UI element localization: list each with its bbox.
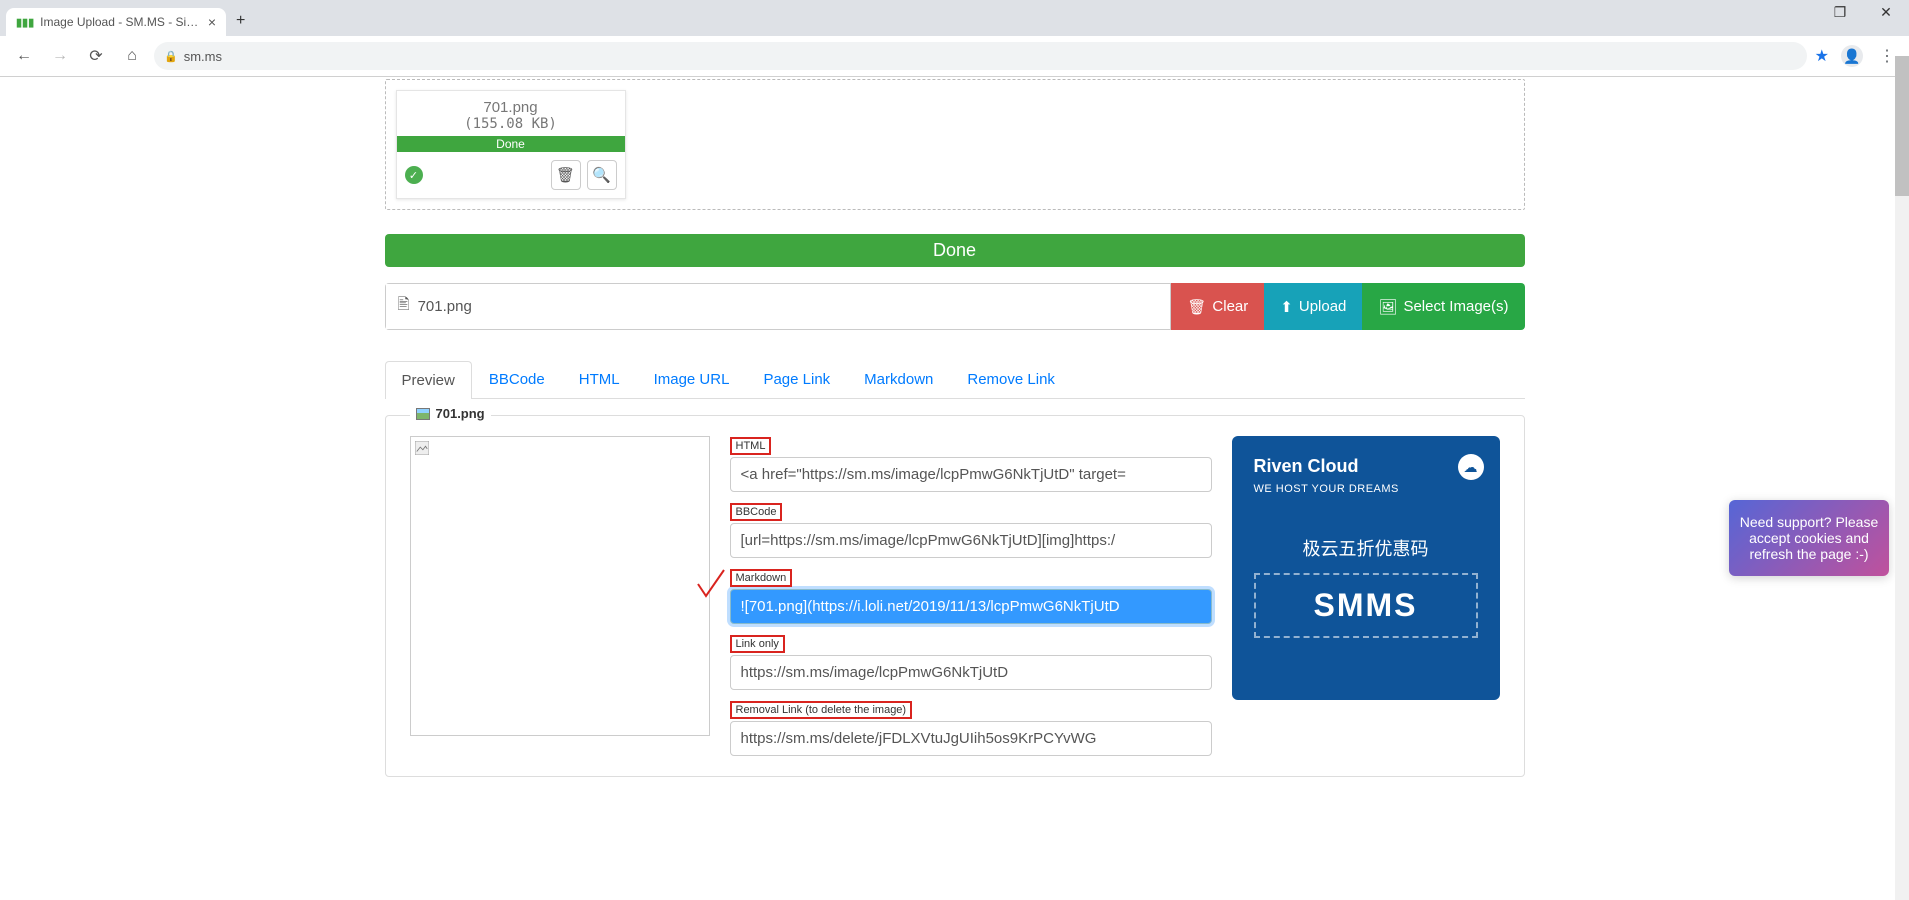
back-button[interactable]: ← — [10, 42, 38, 70]
reload-button[interactable]: ⟳ — [82, 42, 110, 70]
input-group: 🖹 701.png 🗑 Clear ⬆ Upload 🖼 Select Imag… — [385, 283, 1525, 330]
legend-filename: 701.png — [436, 406, 485, 421]
upload-button[interactable]: ⬆ Upload — [1264, 283, 1362, 330]
field-markdown: Markdown ![701.png](https://i.loli.net/2… — [730, 568, 1212, 624]
tab-preview[interactable]: Preview — [385, 361, 472, 399]
label-link-only: Link only — [730, 635, 785, 653]
ad-promo: 极云五折优惠码 — [1254, 535, 1478, 561]
tab-image-url[interactable]: Image URL — [637, 360, 747, 398]
field-html: HTML <a href="https://sm.ms/image/lcpPmw… — [730, 436, 1212, 492]
browser-tab[interactable]: ▮▮▮ Image Upload - SM.MS - Simp × — [6, 8, 226, 36]
preview-image-box — [410, 436, 710, 736]
label-removal: Removal Link (to delete the image) — [730, 701, 913, 719]
broken-image-icon — [415, 441, 429, 455]
filename-text: 701.png — [418, 298, 472, 315]
preview-panel: 701.png HTML <a href="https://sm.ms/imag… — [385, 415, 1525, 777]
upload-label: Upload — [1299, 298, 1347, 315]
trash-icon: 🗑 — [1187, 298, 1206, 316]
browser-tab-bar: ▮▮▮ Image Upload - SM.MS - Simp × + — [0, 0, 1909, 36]
field-bbcode: BBCode [url=https://sm.ms/image/lcpPmwG6… — [730, 502, 1212, 558]
browser-toolbar: ← → ⟳ ⌂ 🔒 sm.ms ★ 👤 ⋮ — [0, 36, 1909, 77]
address-bar[interactable]: 🔒 sm.ms — [154, 42, 1807, 70]
result-tabs: Preview BBCode HTML Image URL Page Link … — [385, 360, 1525, 399]
address-text: sm.ms — [184, 49, 222, 64]
upload-filename: 701.png — [403, 99, 619, 116]
bookmark-icon[interactable]: ★ — [1815, 46, 1829, 66]
label-markdown: Markdown — [730, 569, 793, 587]
card-toolbar: ✓ 🗑 🔍 — [397, 152, 625, 198]
delete-button[interactable]: 🗑 — [551, 160, 581, 190]
input-link-only[interactable]: https://sm.ms/image/lcpPmwG6NkTjUtD — [730, 655, 1212, 690]
field-link-only: Link only https://sm.ms/image/lcpPmwG6Nk… — [730, 634, 1212, 690]
upload-filesize: (155.08 KB) — [403, 116, 619, 132]
tab-bbcode[interactable]: BBCode — [472, 360, 562, 398]
checkmark-icon — [696, 568, 726, 607]
select-images-button[interactable]: 🖼 Select Image(s) — [1362, 283, 1524, 330]
ad-subtitle: WE HOST YOUR DREAMS — [1254, 483, 1478, 495]
favicon-icon: ▮▮▮ — [16, 16, 34, 29]
sidebar-ad: ☁ Riven Cloud WE HOST YOUR DREAMS 极云五折优惠… — [1232, 436, 1500, 766]
clear-label: Clear — [1212, 298, 1248, 315]
close-icon[interactable]: ✕ — [1869, 4, 1903, 21]
page: 701.png (155.08 KB) Done ✓ 🗑 🔍 Done 🖹 70… — [385, 79, 1525, 817]
success-icon: ✓ — [405, 166, 423, 184]
scrollbar-thumb[interactable] — [1895, 56, 1909, 196]
support-widget[interactable]: Need support? Please accept cookies and … — [1729, 500, 1889, 576]
done-banner: Done — [385, 234, 1525, 267]
cloud-icon: ☁ — [1458, 454, 1484, 480]
zoom-button[interactable]: 🔍 — [587, 160, 617, 190]
riven-cloud-ad[interactable]: ☁ Riven Cloud WE HOST YOUR DREAMS 极云五折优惠… — [1232, 436, 1500, 700]
input-html[interactable]: <a href="https://sm.ms/image/lcpPmwG6NkT… — [730, 457, 1212, 492]
label-bbcode: BBCode — [730, 503, 783, 521]
field-removal: Removal Link (to delete the image) https… — [730, 700, 1212, 756]
select-label: Select Image(s) — [1403, 298, 1508, 315]
image-icon: 🖼 — [1378, 298, 1397, 316]
new-tab-button[interactable]: + — [226, 6, 255, 36]
window-controls: ❐ ✕ — [1823, 4, 1903, 21]
restore-icon[interactable]: ❐ — [1823, 4, 1857, 21]
file-icon: 🖹 — [398, 294, 410, 319]
upload-icon: ⬆ — [1280, 298, 1293, 316]
lock-icon: 🔒 — [164, 50, 178, 63]
drop-zone[interactable]: 701.png (155.08 KB) Done ✓ 🗑 🔍 — [385, 79, 1525, 210]
label-html: HTML — [730, 437, 772, 455]
tab-remove-link[interactable]: Remove Link — [950, 360, 1072, 398]
home-button[interactable]: ⌂ — [118, 42, 146, 70]
forward-button[interactable]: → — [46, 42, 74, 70]
ad-title: Riven Cloud — [1254, 456, 1478, 477]
picture-icon — [416, 408, 430, 420]
link-fields: HTML <a href="https://sm.ms/image/lcpPmw… — [730, 436, 1212, 766]
tab-close-icon[interactable]: × — [208, 14, 216, 30]
support-text: Need support? Please accept cookies and … — [1740, 514, 1879, 562]
input-markdown[interactable]: ![701.png](https://i.loli.net/2019/11/13… — [730, 589, 1212, 624]
preview-legend: 701.png — [410, 406, 491, 421]
upload-card: 701.png (155.08 KB) Done ✓ 🗑 🔍 — [396, 90, 626, 199]
toolbar-right: ★ 👤 ⋮ — [1815, 45, 1899, 67]
clear-button[interactable]: 🗑 Clear — [1171, 283, 1264, 330]
tab-page-link[interactable]: Page Link — [746, 360, 847, 398]
input-bbcode[interactable]: [url=https://sm.ms/image/lcpPmwG6NkTjUtD… — [730, 523, 1212, 558]
filename-box: 🖹 701.png — [385, 283, 1172, 330]
profile-avatar[interactable]: 👤 — [1841, 45, 1863, 67]
ad-code: SMMS — [1254, 573, 1478, 638]
input-removal[interactable]: https://sm.ms/delete/jFDLXVtuJgUIih5os9K… — [730, 721, 1212, 756]
scrollbar[interactable] — [1895, 56, 1909, 900]
upload-progress-bar: Done — [397, 136, 625, 152]
zoom-icon: 🔍 — [592, 166, 611, 184]
tab-html[interactable]: HTML — [562, 360, 637, 398]
tab-markdown[interactable]: Markdown — [847, 360, 950, 398]
file-meta: 701.png (155.08 KB) — [397, 91, 625, 136]
trash-icon: 🗑 — [556, 166, 575, 184]
tab-title: Image Upload - SM.MS - Simp — [40, 15, 202, 29]
